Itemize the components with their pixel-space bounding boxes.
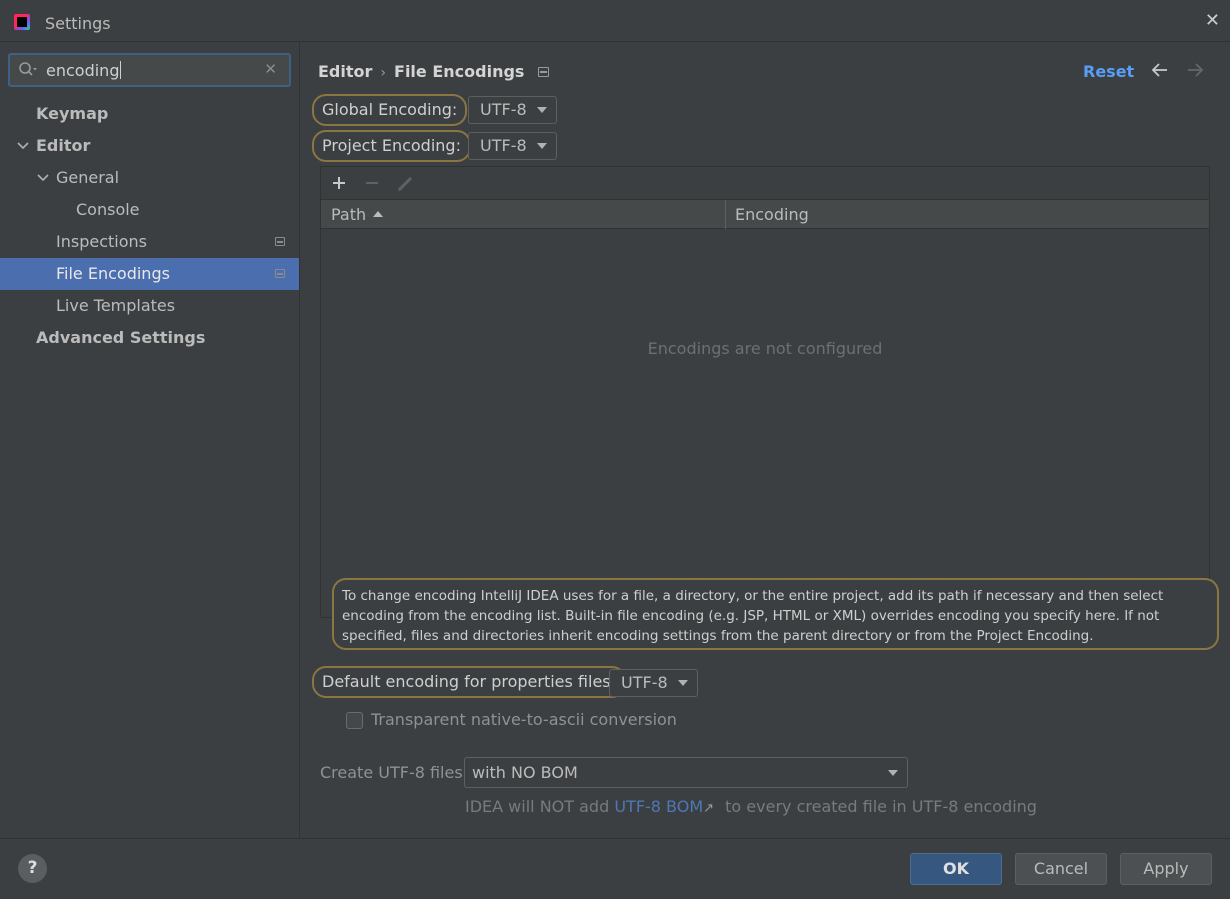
tree-item-file-encodings[interactable]: File Encodings bbox=[0, 258, 299, 290]
tree-item-general[interactable]: General bbox=[0, 162, 299, 194]
utf8-bom-link[interactable]: UTF-8 BOM bbox=[614, 797, 703, 816]
utf8-bom-hint: IDEA will NOT add UTF-8 BOM↗ to every cr… bbox=[465, 797, 1037, 816]
table-header: Path Encoding bbox=[321, 199, 1209, 229]
column-header-path[interactable]: Path bbox=[331, 200, 384, 229]
transparent-ascii-label[interactable]: Transparent native-to-ascii conversion bbox=[371, 710, 677, 729]
path-encodings-table: Path Encoding Encodings are not configur… bbox=[320, 166, 1210, 618]
table-empty-text: Encodings are not configured bbox=[647, 339, 883, 358]
tree-item-label: General bbox=[56, 168, 120, 187]
search-input-value: encoding bbox=[46, 61, 120, 80]
dropdown-arrow-icon bbox=[678, 680, 688, 686]
project-encoding-value: UTF-8 bbox=[480, 136, 527, 155]
create-utf8-label: Create UTF-8 files: bbox=[320, 763, 469, 782]
chevron-down-icon[interactable] bbox=[37, 162, 49, 194]
search-field[interactable]: encoding ✕ bbox=[8, 53, 291, 87]
title-bar: Settings ✕ bbox=[0, 0, 1230, 42]
help-button[interactable]: ? bbox=[18, 854, 47, 883]
project-scope-icon bbox=[275, 237, 285, 246]
global-encoding-combo[interactable]: UTF-8 bbox=[468, 96, 557, 124]
edit-pencil-icon[interactable] bbox=[395, 172, 417, 194]
create-utf8-combo[interactable]: with NO BOM bbox=[464, 757, 908, 788]
search-icon bbox=[19, 62, 37, 76]
clear-search-icon[interactable]: ✕ bbox=[264, 60, 277, 78]
dropdown-arrow-icon bbox=[888, 770, 898, 776]
tree-item-label: File Encodings bbox=[56, 264, 170, 283]
global-encoding-value: UTF-8 bbox=[480, 100, 527, 119]
tree-item-keymap[interactable]: Keymap bbox=[0, 98, 299, 130]
column-header-encoding[interactable]: Encoding bbox=[735, 200, 809, 229]
window-title: Settings bbox=[45, 14, 111, 33]
chevron-down-icon[interactable] bbox=[17, 130, 29, 162]
create-utf8-value: with NO BOM bbox=[472, 763, 578, 782]
project-encoding-combo[interactable]: UTF-8 bbox=[468, 132, 557, 160]
global-encoding-label: Global Encoding: bbox=[312, 94, 468, 126]
table-toolbar bbox=[321, 167, 1209, 199]
remove-icon[interactable] bbox=[361, 172, 383, 194]
properties-encoding-combo[interactable]: UTF-8 bbox=[609, 669, 698, 697]
dialog-footer: ? OK Cancel Apply bbox=[0, 838, 1230, 899]
tree-item-editor[interactable]: Editor bbox=[0, 130, 299, 162]
tree-item-console[interactable]: Console bbox=[0, 194, 299, 226]
properties-encoding-label: Default encoding for properties files: bbox=[312, 666, 627, 698]
encoding-info-note: To change encoding IntelliJ IDEA uses fo… bbox=[332, 578, 1219, 650]
hint-suffix: to every created file in UTF-8 encoding bbox=[725, 797, 1037, 816]
breadcrumb: Editor › File Encodings bbox=[318, 62, 550, 81]
reset-link[interactable]: Reset bbox=[1083, 62, 1134, 81]
forward-arrow-icon[interactable] bbox=[1185, 60, 1205, 80]
breadcrumb-current: File Encodings bbox=[394, 62, 525, 81]
cancel-button[interactable]: Cancel bbox=[1015, 853, 1107, 885]
apply-button[interactable]: Apply bbox=[1120, 853, 1212, 885]
tree-item-label: Live Templates bbox=[56, 296, 176, 315]
settings-tree: Keymap Editor General Console Inspection… bbox=[0, 98, 299, 354]
tree-item-label: Inspections bbox=[56, 232, 147, 251]
text-caret bbox=[120, 61, 122, 79]
tree-item-inspections[interactable]: Inspections bbox=[0, 226, 299, 258]
back-arrow-icon[interactable] bbox=[1150, 60, 1170, 80]
breadcrumb-parent[interactable]: Editor bbox=[318, 62, 372, 81]
table-body[interactable]: Encodings are not configured bbox=[321, 229, 1209, 617]
search-input[interactable]: encoding bbox=[46, 61, 122, 80]
external-link-icon: ↗ bbox=[703, 801, 715, 816]
dropdown-arrow-icon bbox=[537, 107, 547, 113]
column-divider[interactable] bbox=[725, 200, 726, 229]
tree-item-label: Console bbox=[76, 200, 140, 219]
tree-item-advanced-settings[interactable]: Advanced Settings bbox=[0, 322, 299, 354]
intellij-app-icon bbox=[14, 14, 30, 30]
project-scope-icon bbox=[538, 67, 550, 77]
add-icon[interactable] bbox=[328, 172, 350, 194]
transparent-ascii-checkbox[interactable] bbox=[346, 712, 363, 729]
project-encoding-label: Project Encoding: bbox=[312, 130, 471, 162]
close-icon[interactable]: ✕ bbox=[1205, 12, 1220, 30]
tree-item-label: Keymap bbox=[36, 104, 109, 123]
sort-ascending-icon bbox=[373, 211, 384, 217]
ok-button[interactable]: OK bbox=[910, 853, 1002, 885]
tree-item-live-templates[interactable]: Live Templates bbox=[0, 290, 299, 322]
settings-sidebar: encoding ✕ Keymap Editor General Console… bbox=[0, 42, 300, 838]
project-scope-icon bbox=[275, 269, 285, 278]
dropdown-arrow-icon bbox=[537, 143, 547, 149]
hint-prefix: IDEA will NOT add bbox=[465, 797, 610, 816]
column-header-path-label: Path bbox=[331, 205, 367, 224]
tree-item-label: Editor bbox=[36, 136, 91, 155]
breadcrumb-separator-icon: › bbox=[380, 65, 387, 81]
properties-encoding-value: UTF-8 bbox=[621, 673, 668, 692]
tree-item-label: Advanced Settings bbox=[36, 328, 206, 347]
settings-content: Editor › File Encodings Reset Global Encod… bbox=[300, 42, 1230, 838]
